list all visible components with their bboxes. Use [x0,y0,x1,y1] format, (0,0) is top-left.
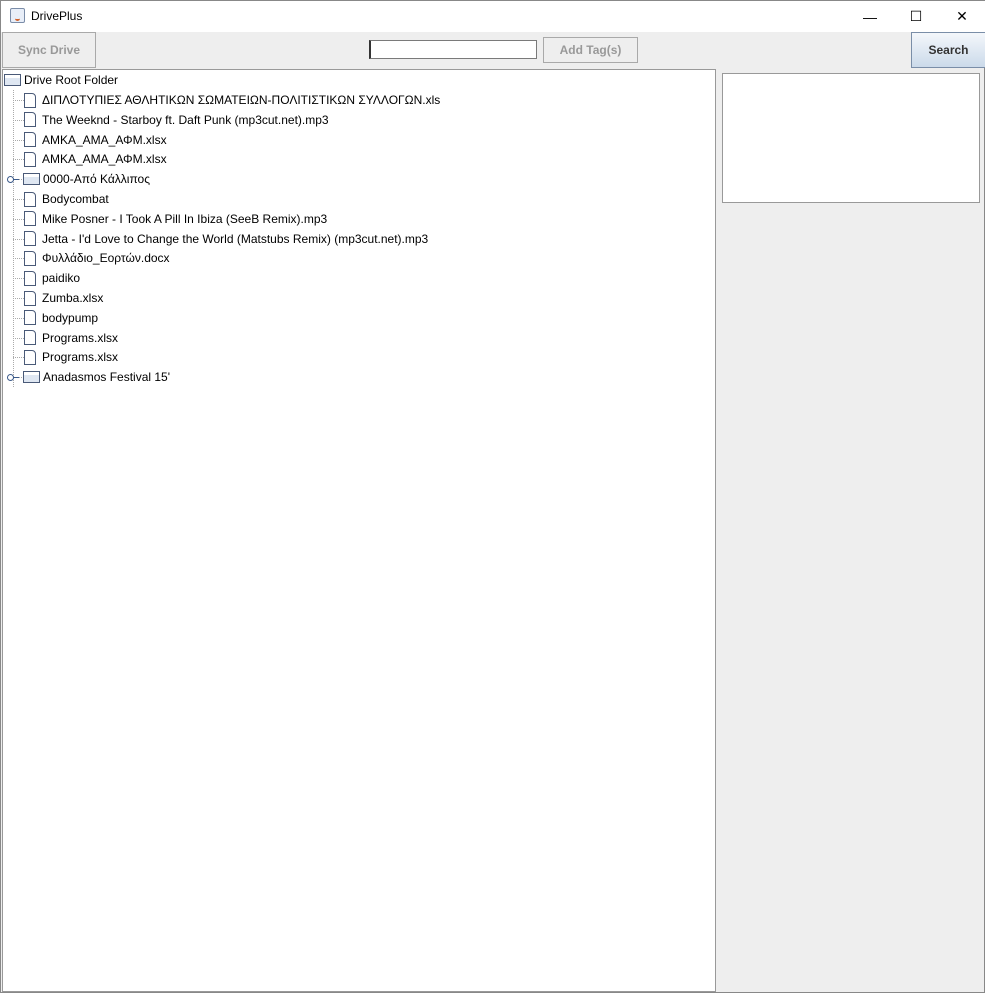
file-icon [24,191,36,207]
file-icon [24,132,36,148]
tree-item-label: Bodycombat [42,192,109,206]
tree-file-item[interactable]: bodypump [23,308,98,328]
close-button[interactable]: ✕ [939,1,985,32]
title-bar: DrivePlus — ☐ ✕ [1,1,985,32]
add-tags-button[interactable]: Add Tag(s) [543,37,638,63]
file-icon [24,231,36,247]
tree-item-label: ΑΜΚΑ_ΑΜΑ_ΑΦΜ.xlsx [42,152,167,167]
tree-file-item[interactable]: The Weeknd - Starboy ft. Daft Punk (mp3c… [23,110,329,130]
tree-item-label: Φυλλάδιο_Εορτών.docx [42,251,170,266]
tree-file-item[interactable]: Mike Posner - I Took A Pill In Ibiza (Se… [23,209,327,229]
tree-item-label: The Weeknd - Starboy ft. Daft Punk (mp3c… [42,112,329,127]
tree-file-item[interactable]: ΑΜΚΑ_ΑΜΑ_ΑΦΜ.xlsx [23,130,167,150]
tree-file-item[interactable]: Zumba.xlsx [23,288,103,308]
tree-item-label: paidiko [42,271,81,286]
tree-item-label: Mike Posner - I Took A Pill In Ibiza (Se… [42,211,328,226]
file-icon [24,310,36,326]
tree-file-item[interactable]: Bodycombat [23,189,109,209]
tree-file-item[interactable]: Jetta - I'd Love to Change the World (Ma… [23,229,428,249]
tag-input[interactable] [369,40,537,59]
file-icon [24,92,36,108]
file-icon [24,250,36,266]
file-icon [24,112,36,128]
window-title: DrivePlus [31,9,83,23]
tree-item-label: ΔΙΠΛΟΤΥΠΙΕΣ ΑΘΛΗΤΙΚΩΝ ΣΩΜΑΤΕΙΩΝ-ΠΟΛΙΤΙΣΤ… [42,93,441,107]
tree-file-item[interactable]: Φυλλάδιο_Εορτών.docx [23,248,170,268]
drive-file-tree[interactable]: Drive Root Folder ΔΙΠΛΟΤΥΠΙΕΣ ΑΘΛΗΤΙΚΩΝ … [2,69,716,992]
tree-file-item[interactable]: ΔΙΠΛΟΤΥΠΙΕΣ ΑΘΛΗΤΙΚΩΝ ΣΩΜΑΤΕΙΩΝ-ΠΟΛΙΤΙΣΤ… [23,90,440,110]
folder-icon [23,173,40,186]
tree-item-label: 0000-Από Κάλλιπος [43,172,151,187]
tree-item-label: bodypump [42,310,99,325]
file-icon [24,290,36,306]
sync-drive-button[interactable]: Sync Drive [2,32,96,68]
file-icon [24,151,36,167]
tree-item-label: Anadasmos Festival 15' [43,370,171,385]
file-icon [24,211,36,227]
minimize-button[interactable]: — [847,1,893,32]
tree-folder-item[interactable]: 0000-Από Κάλλιπος [23,169,150,189]
tree-file-item[interactable]: Programs.xlsx [23,328,118,348]
folder-icon [4,74,21,86]
tree-root-folder[interactable]: Drive Root Folder [4,70,118,90]
file-icon [24,330,36,346]
maximize-button[interactable]: ☐ [893,1,939,32]
expand-toggle-icon[interactable] [7,374,19,382]
tree-item-label: Programs.xlsx [42,350,119,365]
tree-item-label: ΑΜΚΑ_ΑΜΑ_ΑΦΜ.xlsx [42,132,167,147]
file-icon [24,349,36,365]
file-icon [24,270,36,286]
java-app-icon [10,8,25,23]
search-button[interactable]: Search [911,32,985,68]
tree-file-item[interactable]: paidiko [23,268,80,288]
tree-item-label: Programs.xlsx [42,330,119,345]
folder-icon [23,371,40,384]
tree-file-item[interactable]: ΑΜΚΑ_ΑΜΑ_ΑΦΜ.xlsx [23,149,167,169]
tree-item-label: Zumba.xlsx [42,291,104,305]
tag-results-list[interactable] [722,73,980,203]
tree-folder-item[interactable]: Anadasmos Festival 15' [23,367,170,387]
tree-item-label: Jetta - I'd Love to Change the World (Ma… [42,231,429,246]
tree-file-item[interactable]: Programs.xlsx [23,347,118,367]
expand-toggle-icon[interactable] [7,176,19,184]
